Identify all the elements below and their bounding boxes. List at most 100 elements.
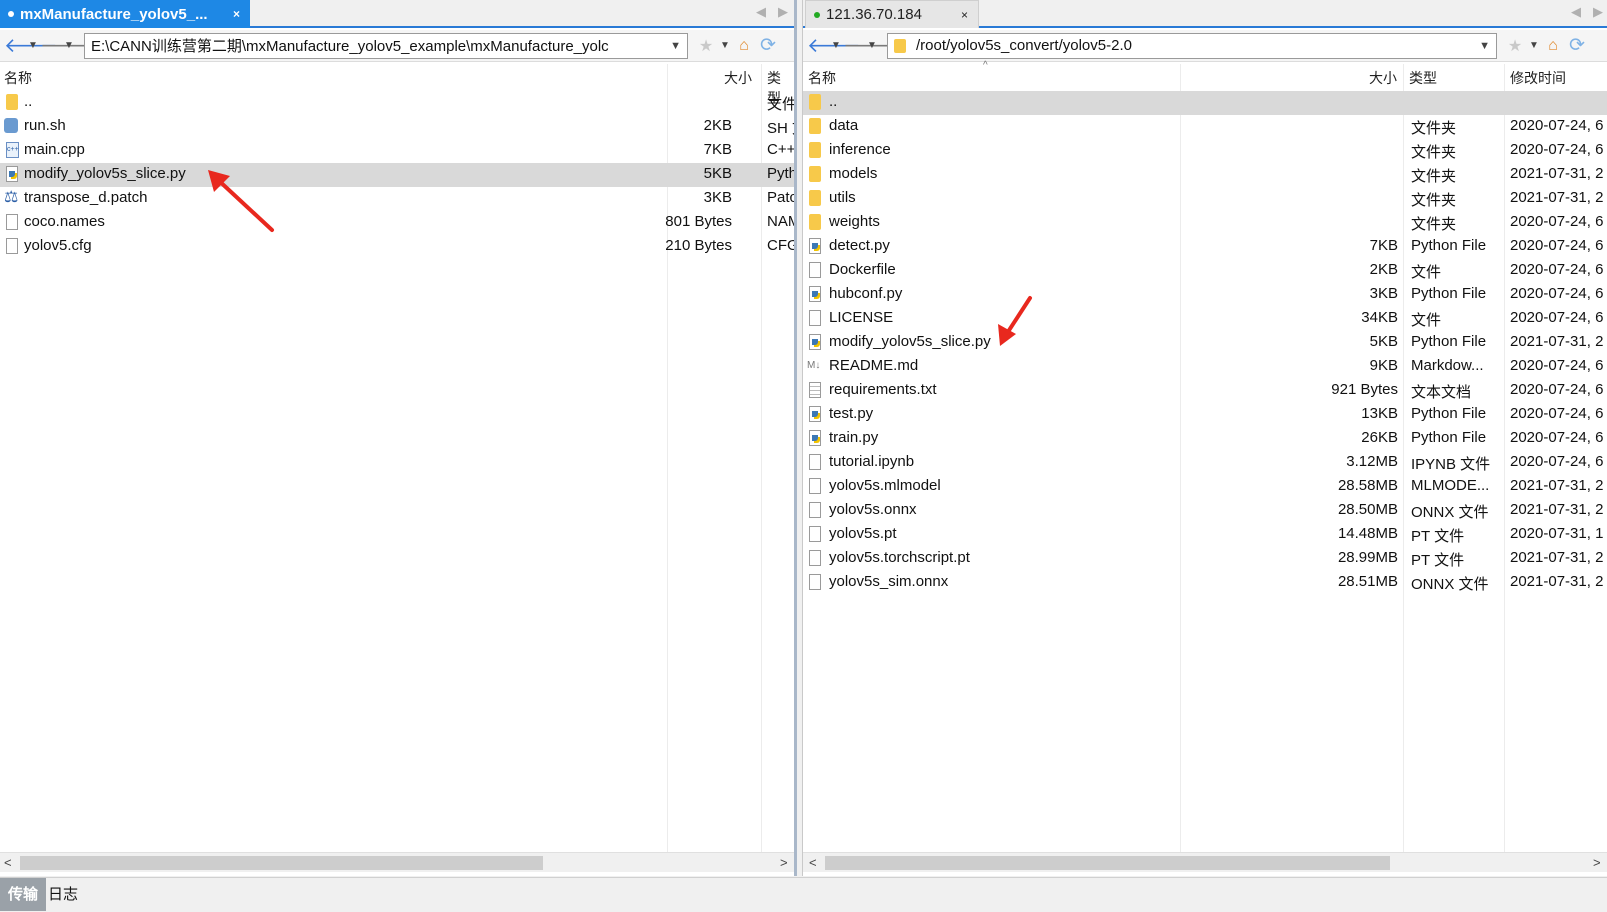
file-row[interactable]: models 文件夹 2021-07-31, 2 [803,163,1607,187]
chevron-down-icon[interactable]: ▼ [829,40,843,51]
markdown-file-icon: M↓ [807,360,821,371]
scrollbar-thumb[interactable] [825,856,1390,870]
scrollbar-thumb[interactable] [20,856,543,870]
file-row[interactable]: coco.names 801 Bytes NAM [0,211,794,235]
remote-pane: 121.36.70.184 × ◀ ▶ 🡐 ▼ 🡒 ▼ /root/yolov5… [802,0,1607,876]
file-row[interactable]: requirements.txt 921 Bytes 文本文档 2020-07-24,… [803,379,1607,403]
file-row[interactable]: yolov5s_sim.onnx 28.51MB ONNX 文件 2021-07-31… [803,571,1607,595]
file-type: 文本文档 [1411,384,1472,401]
column-type[interactable]: 类型 [1409,68,1437,88]
file-row[interactable]: .. [803,91,1607,115]
file-row[interactable]: data 文件夹 2020-07-24, 6 [803,115,1607,139]
tab-local[interactable]: mxManufacture_yolov5_... × [0,0,250,28]
file-name: run.sh [24,117,66,134]
file-row[interactable]: yolov5.cfg 210 Bytes CFG [0,235,794,259]
tab-title: mxManufacture_yolov5_... [20,5,208,23]
refresh-icon[interactable]: ⟳ [1565,34,1589,57]
back-arrow-icon[interactable]: 🡐 [4,33,58,58]
close-icon[interactable]: × [223,7,240,21]
file-type: NAM [767,213,794,230]
file-icon [809,310,821,326]
file-type: 文件 [1411,264,1442,281]
file-row[interactable]: modify_yolov5s_slice.py 5KB Python File 202… [803,331,1607,355]
remote-path-input[interactable]: /root/yolov5s_convert/yolov5-2.0 ▼ [887,32,1497,59]
file-row[interactable]: yolov5s.onnx 28.50MB ONNX 文件 2021-07-31, 2 [803,499,1607,523]
file-modified: 2021-07-31, 2 [1510,165,1604,182]
file-row[interactable]: utils 文件夹 2021-07-31, 2 [803,187,1607,211]
back-arrow-icon[interactable]: 🡐 [807,33,861,58]
file-row[interactable]: detect.py 7KB Python File 2020-07-24, 6 [803,235,1607,259]
star-icon[interactable]: ★ [694,36,718,56]
file-row[interactable]: modify_yolov5s_slice.py 5KB Pyth [0,163,794,187]
tab-log[interactable]: 日志 [40,878,86,911]
refresh-icon[interactable]: ⟳ [756,34,780,57]
chevron-down-icon[interactable]: ▼ [1479,40,1490,52]
file-name: tutorial.ipynb [829,453,915,470]
status-dot-icon [814,11,820,18]
column-size[interactable]: 大小 [1369,68,1397,88]
file-row[interactable]: yolov5s.torchscript.pt 28.99MB PT 文件 2021-0… [803,547,1607,571]
file-row[interactable]: test.py 13KB Python File 2020-07-24, 6 [803,403,1607,427]
file-modified: 2020-07-24, 6 [1510,309,1604,326]
file-row[interactable]: ⚖ transpose_d.patch 3KB Patc [0,187,794,211]
file-name: utils [829,189,856,206]
close-icon[interactable]: × [951,8,968,22]
column-modified[interactable]: 修改时间 [1510,68,1566,88]
tab-scroll-right-icon[interactable]: ▶ [1593,4,1603,20]
local-horizontal-scrollbar[interactable]: < > [0,852,794,872]
local-path-input[interactable]: E:\CANN训练营第二期\mxManufacture_yolov5_examp… [84,32,688,59]
star-icon[interactable]: ★ [1503,36,1527,56]
file-row[interactable]: c++ main.cpp 7KB C++ [0,139,794,163]
file-row[interactable]: hubconf.py 3KB Python File 2020-07-24, 6 [803,283,1607,307]
bottom-tabbar: 传输 日志 [0,877,1607,912]
file-row[interactable]: run.sh 2KB SH 文 [0,115,794,139]
scroll-right-icon[interactable]: > [1593,855,1601,870]
file-row[interactable]: M↓ README.md 9KB Markdow... 2020-07-24, 6 [803,355,1607,379]
scroll-left-icon[interactable]: < [809,855,817,870]
tab-scroll-right-icon[interactable]: ▶ [778,4,788,20]
file-row[interactable]: .. 文件 [0,91,794,115]
column-name[interactable]: 名称 [808,68,836,88]
file-row[interactable]: yolov5s.mlmodel 28.58MB MLMODE... 2021-07-3… [803,475,1607,499]
file-size: 2KB [703,117,732,134]
python-file-icon [809,430,821,446]
chevron-down-icon[interactable]: ▼ [26,40,40,51]
file-icon [6,238,18,254]
file-type: CFG [767,237,797,254]
remote-column-header: 名称 ^ 大小 类型 修改时间 [803,60,1607,88]
file-row[interactable]: yolov5s.pt 14.48MB PT 文件 2020-07-31, 1 [803,523,1607,547]
file-name: main.cpp [24,141,85,158]
file-row[interactable]: Dockerfile 2KB 文件 2020-07-24, 6 [803,259,1607,283]
remote-horizontal-scrollbar[interactable]: < > [803,852,1607,872]
file-row[interactable]: weights 文件夹 2020-07-24, 6 [803,211,1607,235]
cpp-file-icon: c++ [6,142,19,158]
text-file-icon [809,382,821,398]
chevron-down-icon[interactable]: ▼ [670,40,681,52]
chevron-down-icon[interactable]: ▼ [1527,40,1541,51]
chevron-down-icon[interactable]: ▼ [718,40,732,51]
scroll-left-icon[interactable]: < [4,855,12,870]
file-icon [809,454,821,470]
forward-arrow-icon[interactable]: 🡒 [843,33,897,58]
column-name[interactable]: 名称 [4,68,32,88]
column-size[interactable]: 大小 [724,68,752,88]
patch-file-icon: ⚖ [4,189,19,206]
file-name: modify_yolov5s_slice.py [829,333,991,350]
file-row[interactable]: inference 文件夹 2020-07-24, 6 [803,139,1607,163]
chevron-down-icon[interactable]: ▼ [865,40,879,51]
tab-scroll-left-icon[interactable]: ◀ [756,4,766,20]
forward-arrow-icon[interactable]: 🡒 [40,33,94,58]
python-file-icon [809,286,821,302]
file-row[interactable]: LICENSE 34KB 文件 2020-07-24, 6 [803,307,1607,331]
file-type: 文件 [767,96,797,113]
tab-scroll-left-icon[interactable]: ◀ [1571,4,1581,20]
scroll-right-icon[interactable]: > [780,855,788,870]
home-folder-icon[interactable]: ⌂ [732,37,756,55]
file-row[interactable]: train.py 26KB Python File 2020-07-24, 6 [803,427,1607,451]
remote-tabbar: 121.36.70.184 × ◀ ▶ [803,0,1607,28]
file-row[interactable]: tutorial.ipynb 3.12MB IPYNB 文件 2020-07-24, … [803,451,1607,475]
file-type: PT 文件 [1411,552,1465,569]
tab-remote[interactable]: 121.36.70.184 × [805,0,979,28]
chevron-down-icon[interactable]: ▼ [62,40,76,51]
home-folder-icon[interactable]: ⌂ [1541,37,1565,55]
